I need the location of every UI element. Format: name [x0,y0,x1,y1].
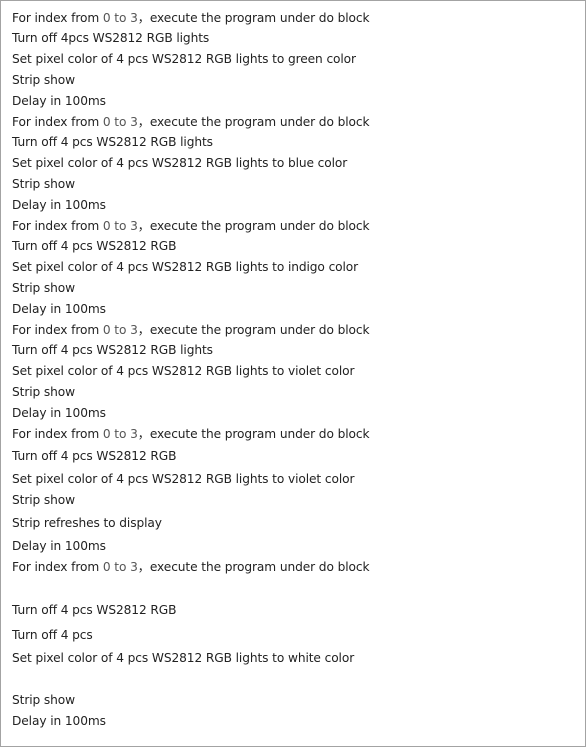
instruction-line: Delay in 100ms [12,93,106,109]
instruction-text: For index from [12,323,103,337]
instruction-line: Delay in 100ms [12,538,106,554]
index-range-text: 0 to 3 [102,560,138,574]
instruction-line: Turn off 4pcs WS2812 RGB lights [12,30,209,46]
instruction-line: Set pixel color of 4 pcs WS2812 RGB ligh… [12,51,356,67]
instruction-text: ，execute the program under do block [137,11,370,25]
index-range-text: 0 to 3 [102,323,138,337]
instruction-text: Strip show [12,493,76,507]
instruction-line: Delay in 100ms [12,301,106,317]
instruction-text: Strip show [12,281,76,295]
instruction-text: Turn off 4pcs WS2812 RGB lights [12,31,210,45]
instruction-line: Set pixel color of 4 pcs WS2812 RGB ligh… [12,363,354,379]
instruction-line: Turn off 4 pcs WS2812 RGB lights [12,134,213,150]
instruction-line: For index from 0 to 3，execute the progra… [12,114,370,130]
instruction-text: Turn off 4 pcs WS2812 RGB [12,449,177,463]
instruction-text: Set pixel color of 4 pcs WS2812 RGB ligh… [12,260,359,274]
instruction-text: ，execute the program under do block [137,219,370,233]
instruction-text: Delay in 100ms [12,539,106,553]
instruction-text: Turn off 4 pcs WS2812 RGB [12,239,177,253]
instruction-line: Set pixel color of 4 pcs WS2812 RGB ligh… [12,155,347,171]
instruction-text: ，execute the program under do block [137,427,370,441]
document-frame: For index from 0 to 3，execute the progra… [0,0,586,747]
instruction-text: Strip refreshes to display [12,516,162,530]
instruction-line: Turn off 4 pcs WS2812 RGB [12,448,176,464]
instruction-line: Set pixel color of 4 pcs WS2812 RGB ligh… [12,259,358,275]
instruction-text: Strip show [12,177,76,191]
instruction-line: For index from 0 to 3，execute the progra… [12,559,370,575]
instruction-line: Turn off 4 pcs WS2812 RGB [12,238,176,254]
instruction-text: Set pixel color of 4 pcs WS2812 RGB ligh… [12,472,355,486]
instruction-line: Set pixel color of 4 pcs WS2812 RGB ligh… [12,650,354,666]
instruction-text: Turn off 4 pcs [12,628,93,642]
instruction-line: Strip show [12,280,75,296]
instruction-line: For index from 0 to 3，execute the progra… [12,10,370,26]
instruction-text: ，execute the program under do block [137,323,370,337]
instruction-text: Strip show [12,73,76,87]
instruction-line: Strip show [12,176,75,192]
instruction-line: Strip refreshes to display [12,515,162,531]
instruction-line: Turn off 4 pcs WS2812 RGB lights [12,342,213,358]
instruction-text: Turn off 4 pcs WS2812 RGB lights [12,135,213,149]
instruction-line: Turn off 4 pcs WS2812 RGB [12,602,176,618]
instruction-text: Set pixel color of 4 pcs WS2812 RGB ligh… [12,364,355,378]
index-range-text: 0 to 3 [102,427,138,441]
instruction-line: For index from 0 to 3，execute the progra… [12,218,370,234]
instruction-text: Set pixel color of 4 pcs WS2812 RGB ligh… [12,52,356,66]
instruction-line: Delay in 100ms [12,405,106,421]
instruction-text: Strip show [12,385,76,399]
instruction-line: Delay in 100ms [12,713,106,729]
instruction-text: Turn off 4 pcs WS2812 RGB lights [12,343,213,357]
instruction-line: For index from 0 to 3，execute the progra… [12,426,370,442]
instruction-text: For index from [12,115,103,129]
instruction-line: Strip show [12,72,75,88]
instruction-text: For index from [12,219,103,233]
instruction-line: For index from 0 to 3，execute the progra… [12,322,370,338]
instruction-line: Strip show [12,692,75,708]
index-range-text: 0 to 3 [102,11,138,25]
instruction-text: Delay in 100ms [12,198,106,212]
instruction-text: Strip show [12,693,76,707]
instruction-text: ，execute the program under do block [137,560,370,574]
instruction-line: Turn off 4 pcs [12,627,93,643]
instruction-text: Turn off 4 pcs WS2812 RGB [12,603,177,617]
instruction-text: Delay in 100ms [12,406,106,420]
instruction-text: Set pixel color of 4 pcs WS2812 RGB ligh… [12,651,355,665]
instruction-text: ，execute the program under do block [137,115,370,129]
instruction-line: Delay in 100ms [12,197,106,213]
instruction-line: Strip show [12,492,75,508]
instruction-text: For index from [12,427,103,441]
instruction-line: Strip show [12,384,75,400]
instruction-text: Set pixel color of 4 pcs WS2812 RGB ligh… [12,156,348,170]
instruction-text: For index from [12,560,103,574]
instruction-text: Delay in 100ms [12,94,106,108]
instruction-text: Delay in 100ms [12,302,106,316]
instruction-text: Delay in 100ms [12,714,106,728]
index-range-text: 0 to 3 [102,115,138,129]
index-range-text: 0 to 3 [102,219,138,233]
instruction-text: For index from [12,11,103,25]
instruction-line: Set pixel color of 4 pcs WS2812 RGB ligh… [12,471,354,487]
